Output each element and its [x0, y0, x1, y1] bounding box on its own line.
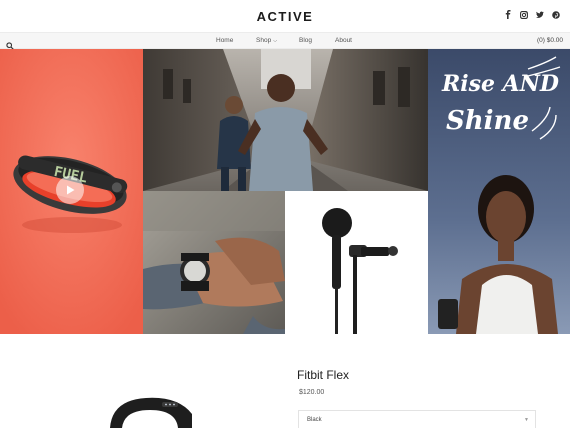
tile-watch-image[interactable]	[143, 191, 285, 334]
poster-text-rise: Rise AND	[441, 71, 559, 97]
pinterest-icon[interactable]	[552, 10, 560, 19]
social-links	[504, 10, 560, 19]
site-logo[interactable]: ACTIVE	[0, 9, 570, 24]
hero-grid: FUEL	[0, 49, 570, 334]
variant-select-value: Black	[307, 417, 322, 423]
earphones-image	[285, 191, 428, 334]
nav-item-blog[interactable]: Blog	[299, 37, 312, 44]
search-icon[interactable]	[6, 37, 14, 50]
chevron-down-icon: ▼	[524, 417, 529, 423]
chevron-down-icon: ⌵	[273, 38, 277, 44]
nav-item-home[interactable]: Home	[216, 37, 233, 44]
play-button[interactable]	[56, 176, 84, 204]
cart-summary[interactable]: (0) $0.00	[537, 37, 563, 44]
nav-item-shop-label: Shop	[256, 37, 272, 44]
tile-runners-image[interactable]	[143, 49, 428, 191]
tile-rise-and-shine-image[interactable]: Rise AND Shine	[428, 49, 570, 334]
runners-image	[143, 49, 428, 191]
poster-text-shine: Shine	[446, 106, 529, 136]
instagram-icon[interactable]	[520, 10, 528, 19]
rise-and-shine-image: Rise AND Shine	[428, 49, 570, 334]
nav-item-shop[interactable]: Shop ⌵	[256, 37, 277, 44]
facebook-icon[interactable]	[504, 10, 512, 19]
watch-image	[143, 191, 285, 334]
tile-earphones-image[interactable]	[285, 191, 428, 334]
product-image	[106, 394, 196, 428]
tile-fitness-band-video[interactable]: FUEL	[0, 49, 143, 334]
site-header: ACTIVE	[0, 0, 570, 32]
product-price: $120.00	[299, 389, 325, 396]
nav-bar: Home Shop ⌵ Blog About (0) $0.00	[0, 32, 570, 50]
twitter-icon[interactable]	[536, 10, 544, 19]
nav-item-about[interactable]: About	[335, 37, 352, 44]
variant-select[interactable]: Black ▼	[298, 410, 536, 428]
product-title: Fitbit Flex	[297, 368, 350, 382]
play-icon	[67, 185, 75, 195]
